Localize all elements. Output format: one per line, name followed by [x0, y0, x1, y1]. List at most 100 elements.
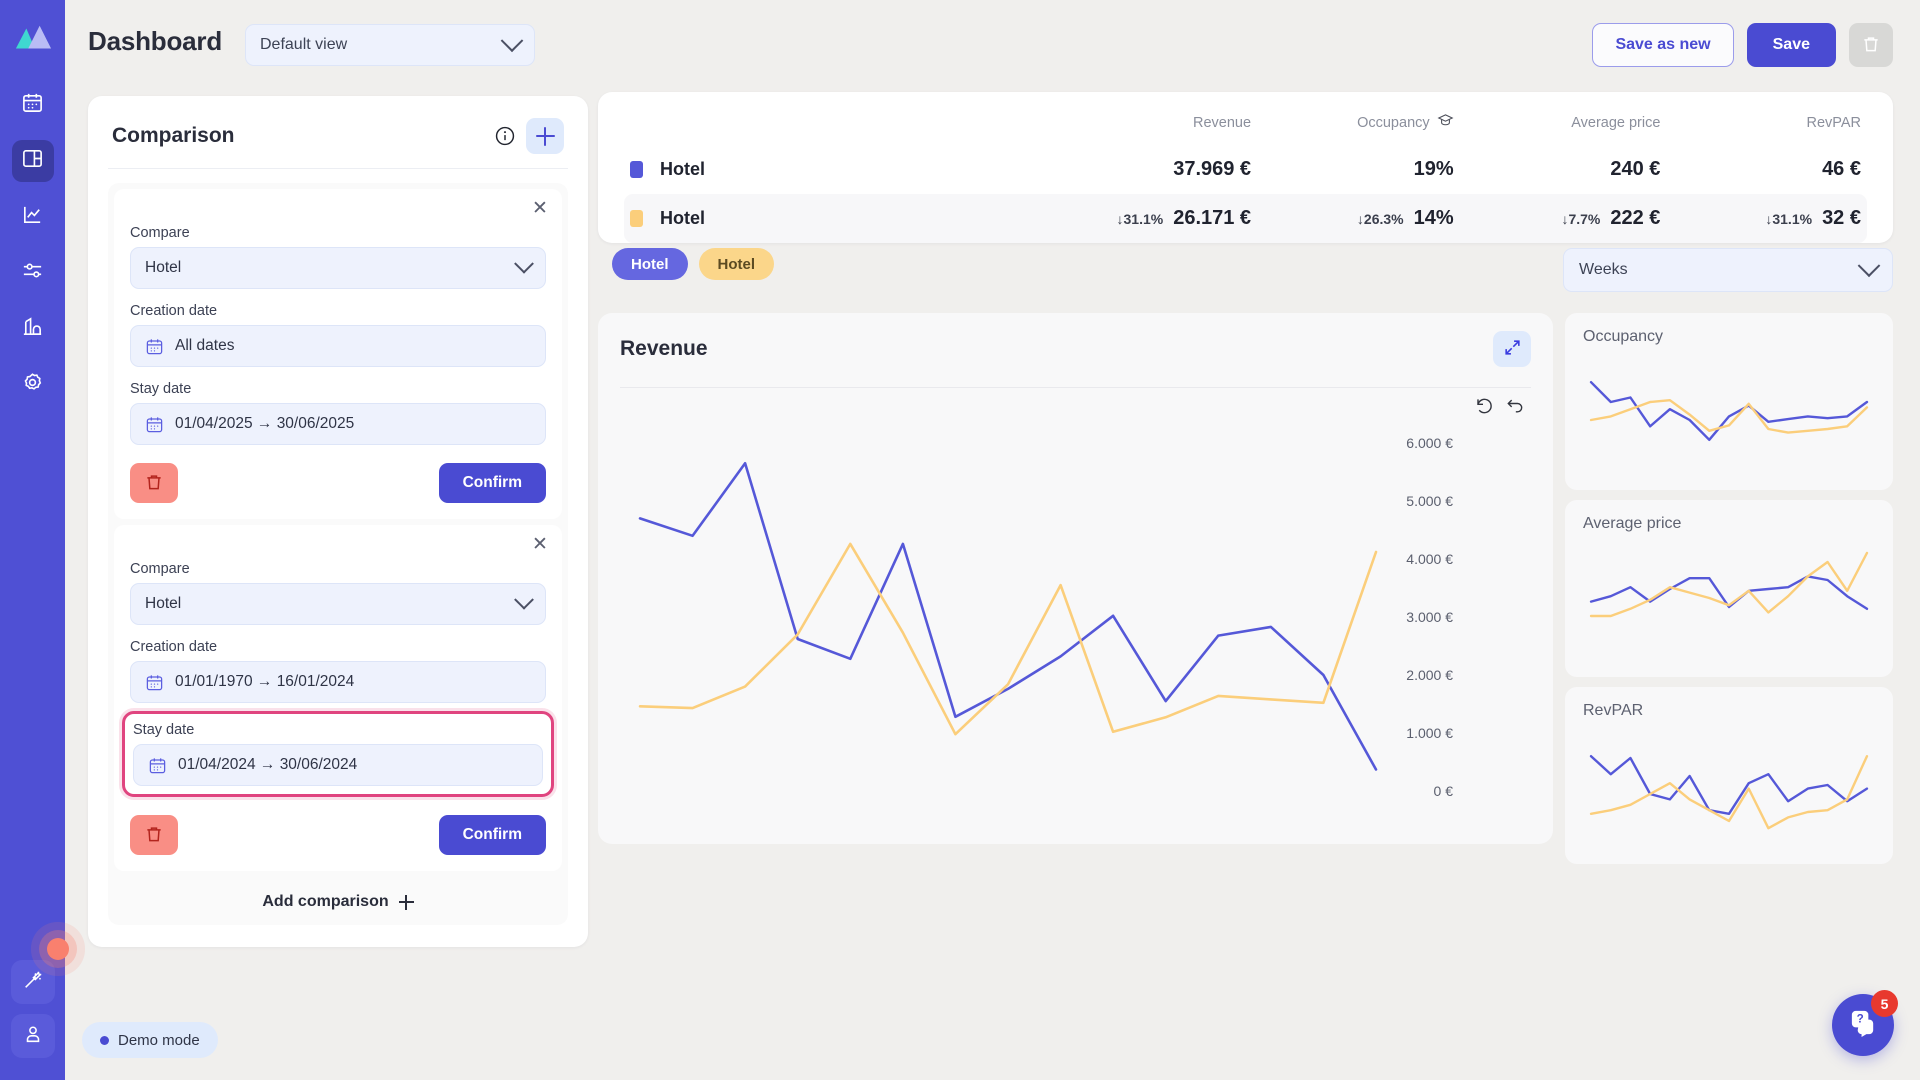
calendar-icon [145, 337, 164, 356]
add-comparison-link[interactable]: Add comparison [114, 877, 562, 919]
kpi-revenue-value: 37.969 € [1173, 158, 1252, 180]
y-axis-tick-label: 5.000 € [1406, 493, 1453, 509]
delete-comparison-button[interactable] [130, 815, 178, 855]
creation-date-input[interactable]: All dates [130, 325, 546, 367]
topbar: Dashboard Default view Save as new Save [65, 0, 1920, 92]
stay-date-input[interactable]: 01/04/2025 → 30/06/2025 [130, 403, 546, 445]
kpi-occupancy-value: ↓26.3% 14% [1257, 194, 1460, 243]
confirm-button[interactable]: Confirm [438, 463, 546, 503]
y-axis-tick-label: 3.000 € [1406, 609, 1453, 625]
save-as-new-button[interactable]: Save as new [1592, 23, 1734, 67]
stay-date-label: Stay date [130, 381, 192, 397]
compare-value: Hotel [145, 595, 182, 612]
revpar-sparkline [1589, 755, 1869, 830]
compare-select[interactable]: Hotel [130, 247, 546, 289]
chevron-down-icon [1857, 254, 1881, 278]
kpi-average-price-value: ↓7.7% 222 € [1459, 194, 1667, 243]
creation-date-input[interactable]: 01/01/1970 → 16/01/2024 [130, 661, 546, 703]
kpi-col-occupancy-label: Occupancy [1357, 114, 1430, 131]
chart-series-line [638, 542, 1378, 736]
sidebar-item-calendar[interactable] [12, 84, 54, 126]
period-select[interactable]: Weeks [1563, 248, 1893, 292]
help-chat-button[interactable]: ? 5 [1832, 990, 1898, 1056]
occupancy-mini-card[interactable]: Occupancy [1565, 313, 1893, 490]
mini-chart-title: RevPAR [1583, 702, 1644, 719]
compare-value: Hotel [145, 259, 182, 276]
average-price-sparkline [1589, 551, 1869, 618]
chat-unread-badge: 5 [1871, 990, 1898, 1017]
trash-icon [1861, 34, 1881, 57]
view-select[interactable]: Default view [245, 24, 535, 66]
series-color-swatch [630, 161, 643, 178]
demo-mode-badge[interactable]: Demo mode [82, 1022, 218, 1058]
compare-select[interactable]: Hotel [130, 583, 546, 625]
chart-title: Revenue [620, 337, 708, 360]
table-row: Hotel 37.969 € 19% 240 € 46 € [624, 145, 1867, 194]
kpi-row-name: Hotel [624, 145, 984, 194]
sidebar [0, 0, 69, 1080]
compare-label: Compare [130, 225, 190, 241]
kpi-row-label: Hotel [660, 208, 706, 228]
comparison-card: ✕ Compare Hotel Creation date All dates … [114, 189, 562, 519]
undo-arrow-icon[interactable] [1505, 396, 1525, 421]
y-axis-tick-label: 4.000 € [1406, 551, 1453, 567]
stay-date-value: 01/04/2025 → 30/06/2025 [175, 415, 355, 432]
expand-arrows-icon [1503, 338, 1522, 360]
sidebar-item-analytics[interactable] [12, 196, 54, 238]
delete-view-button[interactable] [1849, 23, 1893, 67]
graduation-cap-icon[interactable] [1437, 112, 1454, 133]
comparison-title: Comparison [112, 124, 235, 147]
sidebar-item-account[interactable] [10, 1014, 55, 1058]
kpi-col-name [624, 104, 984, 145]
mini-charts-column: Occupancy Average price RevPAR [1565, 313, 1893, 864]
mini-chart-title: Average price [1583, 515, 1682, 532]
average-price-mini-card[interactable]: Average price [1565, 500, 1893, 677]
reset-zoom-icon[interactable] [1473, 396, 1493, 421]
close-icon[interactable]: ✕ [531, 535, 549, 554]
topbar-actions: Save as new Save [1592, 23, 1893, 67]
sliders-icon [21, 259, 44, 287]
info-icon[interactable] [494, 125, 516, 147]
y-axis-tick-label: 0 € [1433, 783, 1453, 799]
stay-date-value: 01/04/2024 → 30/06/2024 [178, 756, 358, 773]
demo-mode-label: Demo mode [118, 1031, 200, 1049]
y-axis-tick-label: 1.000 € [1406, 725, 1453, 741]
sidebar-item-settings-sliders[interactable] [12, 252, 54, 294]
sidebar-nav [11, 84, 54, 406]
y-axis-tick-label: 2.000 € [1406, 667, 1453, 683]
sidebar-item-assistant[interactable] [10, 938, 69, 1004]
comparison-header: Comparison [108, 114, 568, 169]
revpar-mini-card[interactable]: RevPAR [1565, 687, 1893, 864]
stay-date-input[interactable]: 01/04/2024 → 30/06/2024 [133, 744, 543, 786]
bar-chart-icon [21, 315, 44, 343]
confirm-button[interactable]: Confirm [438, 815, 546, 855]
series-pill-secondary[interactable]: Hotel [698, 248, 774, 280]
delete-comparison-button[interactable] [130, 463, 178, 503]
sidebar-item-reports[interactable] [12, 308, 54, 350]
chevron-down-icon [500, 29, 524, 53]
close-icon[interactable]: ✕ [531, 199, 549, 218]
page-title: Dashboard [88, 26, 223, 56]
add-comparison-button[interactable] [526, 118, 564, 154]
series-pill-primary[interactable]: Hotel [612, 248, 688, 280]
sidebar-item-configuration[interactable] [12, 364, 54, 406]
mountain-logo-icon[interactable] [14, 20, 52, 54]
kpi-table: Revenue Occupancy Average price RevPAR H… [624, 104, 1867, 243]
kpi-revpar-value: ↓31.1% 32 € [1666, 194, 1867, 243]
kpi-row-label: Hotel [660, 159, 706, 179]
kpi-col-revpar: RevPAR [1806, 114, 1861, 131]
revenue-line-chart: 0 € 1.000 € 2.000 € 3.000 € 4.000 € 5.000 € 6.… [620, 421, 1531, 821]
y-axis-tick-label: 6.000 € [1406, 435, 1453, 451]
revenue-chart-card: Revenue 0 € 1.000 € 2.000 € 3.000 € 4.000 € 5… [598, 313, 1553, 844]
creation-date-value: 01/01/1970 → 16/01/2024 [175, 673, 355, 690]
expand-chart-button[interactable] [1493, 331, 1531, 367]
kpi-row-name: Hotel [624, 194, 984, 243]
table-header-row: Revenue Occupancy Average price RevPAR [624, 104, 1867, 145]
chevron-down-icon [514, 253, 534, 274]
chart-series-line [1589, 755, 1869, 815]
sidebar-item-dashboard[interactable] [11, 140, 54, 182]
save-button[interactable]: Save [1746, 23, 1836, 67]
trash-icon [144, 824, 164, 847]
calendar-icon [21, 91, 44, 119]
occupancy-sparkline [1589, 381, 1869, 441]
